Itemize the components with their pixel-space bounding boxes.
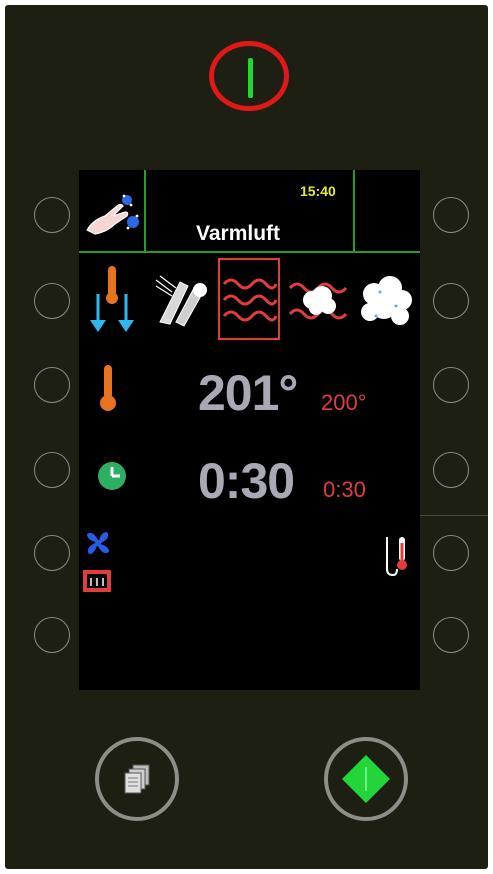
power-indicator-icon — [248, 58, 253, 98]
set-time[interactable]: 0:30 — [323, 477, 366, 503]
header-divider-right — [353, 170, 355, 253]
display-screen — [79, 170, 420, 690]
documents-icon — [124, 764, 150, 794]
set-temperature[interactable]: 200° — [321, 390, 367, 416]
right-soft-button-1[interactable] — [433, 197, 469, 233]
power-button[interactable] — [209, 41, 289, 111]
right-soft-button-5[interactable] — [433, 535, 469, 571]
right-soft-button-6[interactable] — [433, 617, 469, 653]
header-divider-left — [144, 170, 146, 253]
header-divider-bottom — [79, 251, 420, 253]
steam-mode-icon[interactable] — [356, 272, 416, 330]
panel-divider — [420, 515, 488, 516]
right-soft-button-4[interactable] — [433, 452, 469, 488]
cleaning-mode-icon[interactable] — [150, 272, 214, 328]
right-soft-button-2[interactable] — [433, 283, 469, 319]
cool-down-mode-icon[interactable] — [88, 264, 136, 334]
oven-heating-icon — [83, 570, 111, 592]
clock-time: 15:40 — [300, 183, 336, 199]
left-soft-button-4[interactable] — [34, 452, 70, 488]
timer-clock-icon[interactable] — [96, 460, 128, 492]
left-soft-button-5[interactable] — [34, 535, 70, 571]
right-soft-button-3[interactable] — [433, 367, 469, 403]
start-diamond-icon — [342, 755, 390, 803]
actual-temperature: 201° — [198, 365, 298, 421]
fan-icon — [87, 532, 109, 554]
core-probe-icon[interactable] — [381, 533, 411, 579]
combi-steam-mode-icon[interactable] — [288, 270, 352, 330]
convection-mode-icon[interactable] — [220, 270, 278, 330]
actual-time: 0:30 — [198, 453, 295, 509]
program-menu-button[interactable] — [95, 737, 179, 821]
left-soft-button-3[interactable] — [34, 367, 70, 403]
start-button[interactable] — [324, 737, 408, 821]
left-soft-button-6[interactable] — [34, 617, 70, 653]
left-soft-button-2[interactable] — [34, 283, 70, 319]
thermometer-icon[interactable] — [98, 363, 118, 413]
manual-mode-icon[interactable] — [83, 186, 143, 242]
left-soft-button-1[interactable] — [34, 197, 70, 233]
program-title: Varmluft — [196, 222, 281, 245]
